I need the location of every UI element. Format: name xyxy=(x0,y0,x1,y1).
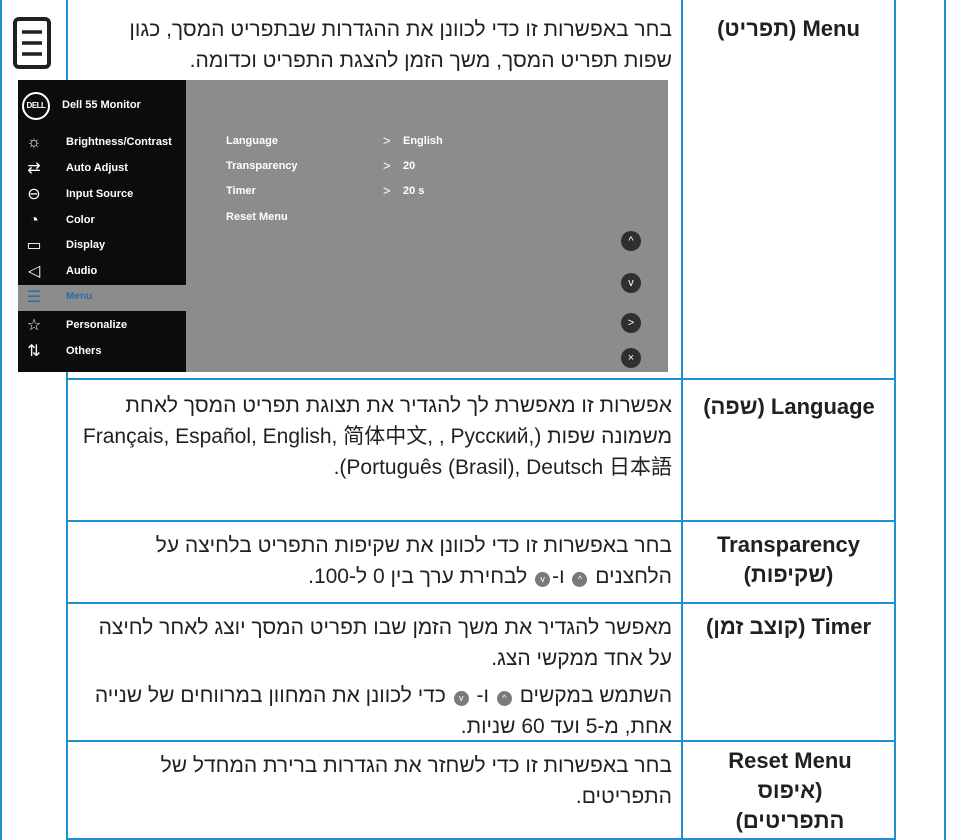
osd-menu-item[interactable]: ⊖ Input Source xyxy=(18,182,186,208)
row-name-menu: Menu (תפריט) xyxy=(683,14,894,44)
osd-menu-item[interactable]: ☰ Menu xyxy=(18,285,186,311)
row-divider xyxy=(66,520,896,522)
osd-menu-item[interactable]: ◔ Color xyxy=(18,208,186,234)
row-desc-menu: בחר באפשרות זו כדי לכוונן את ההגדרות שבת… xyxy=(78,14,672,76)
osd-menu-item[interactable]: ▭ Display xyxy=(18,233,186,259)
osd-menu-item-label: Input Source xyxy=(66,188,134,200)
osd-menu-item[interactable]: ◁ Audio xyxy=(18,259,186,285)
transparency-text-2: ו- xyxy=(552,565,565,588)
transparency-name: Transparency (שקיפות) xyxy=(716,532,861,587)
menu-name: Menu (תפריט) xyxy=(717,16,860,41)
transparency-text-3: לבחירת ערך בין 0 ל-100. xyxy=(308,565,528,588)
osd-right-button[interactable]: > xyxy=(621,313,641,333)
chevron-right-icon: > xyxy=(383,183,391,198)
osd-up-button[interactable]: ^ xyxy=(621,231,641,251)
audio-icon: ◁ xyxy=(27,263,41,280)
timer-description-1: מאפשר להגדיר את משך הזמן שבו תפריט המסך … xyxy=(98,616,672,670)
osd-submenu-item[interactable]: Reset Menu xyxy=(226,211,288,223)
osd-menu-item[interactable]: ☼ Brightness/Contrast xyxy=(18,130,186,156)
table-border xyxy=(894,0,896,840)
row-desc-timer: מאפשר להגדיר את משך הזמן שבו תפריט המסך … xyxy=(78,612,672,742)
reset-name: Reset Menu (איפוס התפריטים) xyxy=(728,748,852,833)
down-button-icon: v xyxy=(535,572,551,587)
up-button-icon: ^ xyxy=(572,572,588,587)
table-border xyxy=(944,0,946,840)
osd-submenu-value: 20 s xyxy=(403,185,425,197)
osd-menu-item-label: Audio xyxy=(66,265,98,277)
osd-down-button[interactable]: v xyxy=(621,273,641,293)
row-desc-reset: בחר באפשרות זו כדי לשחזר את הגדרות ברירת… xyxy=(78,750,672,812)
brightness-icon: ☼ xyxy=(26,134,42,151)
osd-menu-item[interactable]: ⇄ Auto Adjust xyxy=(18,156,186,182)
menu-icon: ☰ xyxy=(26,289,42,306)
chevron-right-icon: > xyxy=(383,158,391,173)
language-description: אפשרות זו מאפשרת לך להגדיר את תצוגת תפרי… xyxy=(82,394,672,479)
row-divider xyxy=(66,602,896,604)
dell-logo: DELL xyxy=(22,92,50,120)
row-name-language: Language (שפה) xyxy=(700,392,878,422)
table-border xyxy=(0,0,2,840)
row-desc-transparency: בחר באפשרות זו כדי לכוונן את שקיפות התפר… xyxy=(78,530,672,592)
others-icon: ⇅ xyxy=(27,343,41,360)
timer-text-1: השתמש במקשים xyxy=(519,684,672,707)
row-desc-language: אפשרות זו מאפשרת לך להגדיר את תצוגת תפרי… xyxy=(78,390,672,483)
language-name: Language (שפה) xyxy=(703,394,875,419)
osd-submenu-item[interactable]: Language xyxy=(226,135,278,147)
osd-menu-item-label: Others xyxy=(66,345,102,357)
row-divider xyxy=(66,378,896,380)
personalize-icon: ☆ xyxy=(26,317,42,334)
osd-menu-item-label: Display xyxy=(66,239,106,251)
osd-model-name: Dell 55 Monitor xyxy=(62,99,141,111)
timer-description-2: השתמש במקשים ^ ו- v כדי לכוונן את המחוון… xyxy=(78,680,672,742)
osd-sidebar: DELL Dell 55 Monitor ☼ Brightness/Contras… xyxy=(18,80,186,372)
osd-submenu-value: English xyxy=(403,135,443,147)
osd-screenshot: DELL Dell 55 Monitor ☼ Brightness/Contras… xyxy=(18,80,668,372)
osd-menu-item-label: Menu xyxy=(66,291,93,302)
menu-list-icon xyxy=(13,17,51,69)
timer-name: Timer (קוצב זמן) xyxy=(705,614,872,639)
timer-text-2: ו- xyxy=(476,684,489,707)
osd-exit-button[interactable]: × xyxy=(621,348,641,368)
menu-description: בחר באפשרות זו כדי לכוונן את ההגדרות שבת… xyxy=(129,18,672,72)
osd-submenu-value: 20 xyxy=(403,160,416,172)
reset-description: בחר באפשרות זו כדי לשחזר את הגדרות ברירת… xyxy=(160,754,672,808)
color-icon: ◔ xyxy=(29,212,39,229)
chevron-right-icon: > xyxy=(383,133,391,148)
row-name-transparency: Transparency (שקיפות) xyxy=(683,530,894,590)
osd-submenu-item[interactable]: Timer xyxy=(226,185,256,197)
auto-adjust-icon: ⇄ xyxy=(27,160,41,177)
row-name-timer: Timer (קוצב זמן) xyxy=(683,612,894,642)
osd-submenu-item[interactable]: Transparency xyxy=(226,160,298,172)
table-border xyxy=(681,0,683,840)
osd-menu-item-label: Personalize xyxy=(66,319,128,331)
down-button-icon: v xyxy=(453,691,469,706)
up-button-icon: ^ xyxy=(496,691,512,706)
osd-menu-item[interactable]: ⇅ Others xyxy=(18,339,186,365)
osd-menu-item-label: Brightness/Contrast xyxy=(66,136,172,148)
osd-menu-item-label: Color xyxy=(66,214,95,226)
input-source-icon: ⊖ xyxy=(27,186,41,203)
osd-menu-item[interactable]: ☆ Personalize xyxy=(18,313,186,339)
display-icon: ▭ xyxy=(26,237,42,254)
row-name-reset: Reset Menu (איפוס התפריטים) xyxy=(715,746,865,836)
osd-menu-item-label: Auto Adjust xyxy=(66,162,128,174)
